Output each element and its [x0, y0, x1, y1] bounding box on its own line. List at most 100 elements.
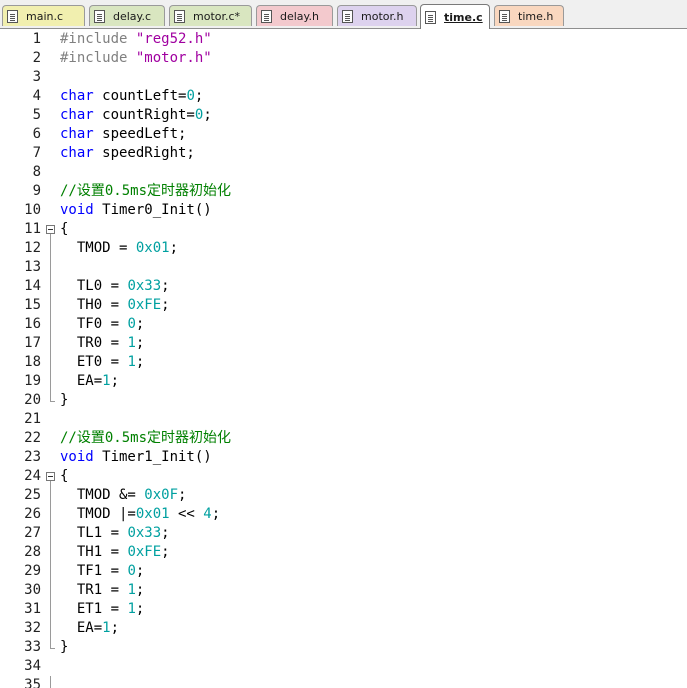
code-line[interactable]: 6 char speedLeft; — [0, 125, 687, 144]
code-line[interactable]: 9 //设置0.5ms定时器初始化 — [0, 182, 687, 201]
fold-end-marker — [50, 401, 55, 402]
code-text: TF1 = 0; — [60, 562, 144, 581]
line-number: 24 — [24, 468, 41, 484]
code-line[interactable]: 30 TR1 = 1; — [0, 581, 687, 600]
line-number: 8 — [32, 164, 41, 180]
tab-label: main.c — [26, 9, 64, 23]
code-line[interactable]: 29 TF1 = 0; — [0, 562, 687, 581]
tab-time-h[interactable]: time.h — [494, 5, 564, 26]
code-line[interactable]: 10 void Timer0_Init() — [0, 201, 687, 220]
code-line[interactable]: 11 { — [0, 220, 687, 239]
line-number: 7 — [32, 145, 41, 161]
code-line[interactable]: 27 TL1 = 0x33; — [0, 524, 687, 543]
code-text: TMOD = 0x01; — [60, 239, 178, 258]
code-token-number: 0x01 — [135, 506, 170, 522]
code-line[interactable]: 18 ET0 = 1; — [0, 353, 687, 372]
code-token-plain: ; — [161, 525, 170, 541]
code-text: TH0 = 0xFE; — [60, 296, 170, 315]
code-line[interactable]: 12 TMOD = 0x01; — [0, 239, 687, 258]
code-token-keyword: char — [60, 126, 94, 142]
code-line[interactable]: 26 TMOD |=0x01 << 4; — [0, 505, 687, 524]
file-icon — [261, 9, 272, 23]
tab-delay-h[interactable]: delay.h — [256, 5, 333, 26]
code-editor[interactable]: 1 #include "reg52.h" 2 #include "motor.h" 3 4… — [0, 29, 687, 688]
code-token-plain: ; — [110, 620, 120, 636]
code-token-plain: EA= — [60, 373, 103, 389]
line-number: 13 — [24, 259, 41, 275]
code-line[interactable]: 15 TH0 = 0xFE; — [0, 296, 687, 315]
code-line[interactable]: 14 TL0 = 0x33; — [0, 277, 687, 296]
code-token-plain: { — [60, 221, 69, 237]
code-token-plain: ; — [161, 278, 170, 294]
code-line[interactable]: 3 — [0, 68, 687, 87]
code-text: TR0 = 1; — [60, 334, 144, 353]
code-token-plain: ; — [178, 487, 187, 503]
code-line[interactable]: 32 EA=1; — [0, 619, 687, 638]
code-line[interactable]: 7 char speedRight; — [0, 144, 687, 163]
fold-collapse-icon[interactable] — [46, 225, 55, 234]
line-number: 2 — [32, 50, 41, 66]
code-line[interactable]: 17 TR0 = 1; — [0, 334, 687, 353]
tab-time-c[interactable]: time.c — [420, 4, 490, 29]
line-number: 30 — [24, 582, 41, 598]
code-text: char speedRight; — [60, 144, 195, 163]
code-token-plain: } — [60, 392, 69, 408]
line-number: 10 — [24, 202, 41, 218]
code-line[interactable]: 22 //设置0.5ms定时器初始化 — [0, 429, 687, 448]
code-line[interactable]: 13 — [0, 258, 687, 277]
code-token-plain: TH1 = — [60, 544, 128, 560]
code-token-plain: TF0 = — [60, 316, 128, 332]
code-token-number: 1 — [127, 582, 136, 598]
tab-main-c[interactable]: main.c — [2, 5, 85, 26]
code-line[interactable]: 24 { — [0, 467, 687, 486]
code-token-plain: TL1 = — [60, 525, 128, 541]
fold-collapse-icon[interactable] — [46, 472, 55, 481]
code-token-number: 0 — [127, 316, 136, 332]
code-line[interactable]: 20} — [0, 391, 687, 410]
tab-label: delay.c — [113, 9, 152, 23]
code-token-plain: ; — [135, 335, 145, 351]
code-line[interactable]: 19 EA=1; — [0, 372, 687, 391]
code-line[interactable]: 2 #include "motor.h" — [0, 49, 687, 68]
file-icon — [425, 10, 436, 24]
line-number: 5 — [32, 107, 41, 123]
tab-delay-c[interactable]: delay.c — [89, 5, 165, 26]
code-line[interactable]: 25 TMOD &= 0x0F; — [0, 486, 687, 505]
code-token-plain: speedRight; — [93, 145, 195, 161]
code-text: TF0 = 0; — [60, 315, 144, 334]
line-number: 4 — [32, 88, 41, 104]
code-line[interactable]: 21 — [0, 410, 687, 429]
line-number: 29 — [24, 563, 41, 579]
code-text: } — [60, 391, 68, 410]
code-line[interactable]: 23 void Timer1_Init() — [0, 448, 687, 467]
code-text: TL0 = 0x33; — [60, 277, 170, 296]
code-line[interactable]: 5 char countRight=0; — [0, 106, 687, 125]
code-token-plain: countRight= — [93, 107, 195, 123]
line-number: 21 — [24, 411, 41, 427]
code-text: } — [60, 638, 68, 657]
code-text: { — [60, 467, 68, 486]
tab-motor-c[interactable]: motor.c* — [169, 5, 252, 26]
code-line[interactable]: 28 TH1 = 0xFE; — [0, 543, 687, 562]
code-token-plain: speedLeft; — [93, 126, 187, 142]
code-token-number: 1 — [127, 335, 136, 351]
code-line[interactable]: 31 ET1 = 1; — [0, 600, 687, 619]
editor-tab-bar: main.c delay.c motor.c* delay.h motor.h … — [0, 0, 687, 29]
code-token-string: "reg52.h" — [135, 31, 212, 47]
code-token-plain: TR1 = — [60, 582, 128, 598]
code-text: TMOD &= 0x0F; — [60, 486, 187, 505]
file-icon — [7, 9, 18, 23]
code-token-keyword: char — [60, 145, 94, 161]
code-token-plain: countLeft= — [93, 88, 187, 104]
code-line[interactable]: 8 — [0, 163, 687, 182]
file-icon — [94, 9, 105, 23]
code-token-keyword: void — [60, 202, 94, 218]
code-line[interactable]: 16 TF0 = 0; — [0, 315, 687, 334]
code-line[interactable]: 33} — [0, 638, 687, 657]
code-line[interactable]: 34 — [0, 657, 687, 676]
tab-motor-h[interactable]: motor.h — [337, 5, 417, 26]
code-line[interactable]: 4 char countLeft=0; — [0, 87, 687, 106]
code-line[interactable]: 35 — [0, 676, 687, 688]
code-token-plain: TMOD &= — [60, 487, 145, 503]
code-line[interactable]: 1 #include "reg52.h" — [0, 30, 687, 49]
